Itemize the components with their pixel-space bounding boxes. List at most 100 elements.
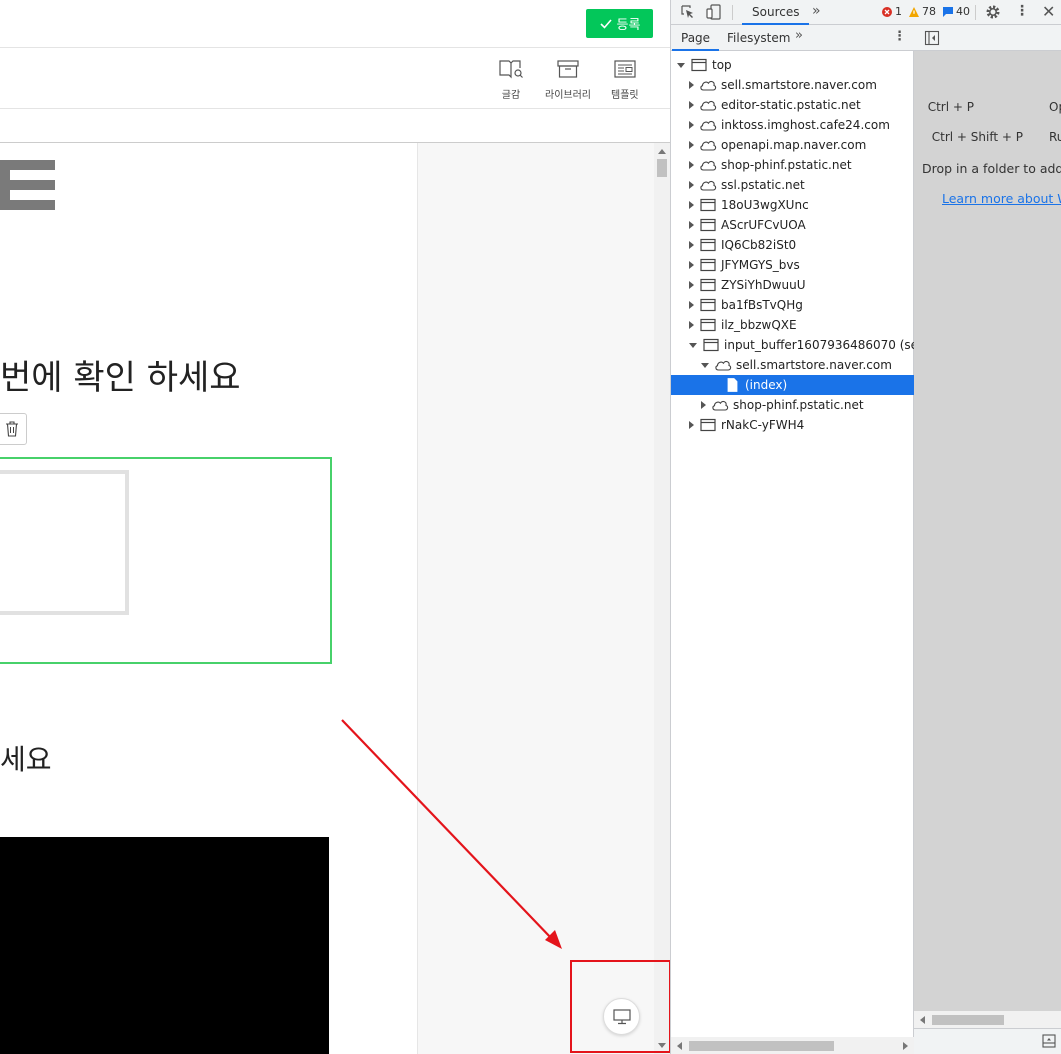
tree-item[interactable]: inktoss.imghost.cafe24.com [671,115,914,135]
expand-arrow-icon[interactable] [689,201,694,209]
tab-filesystem[interactable]: Filesystem [718,25,799,51]
tree-item-label: 18oU3wgXUnc [721,198,809,212]
pc-preview-button[interactable] [603,998,640,1035]
expand-arrow-icon[interactable] [689,301,694,309]
expand-arrow-icon[interactable] [689,281,694,289]
template-icon [614,60,636,78]
more-navigator-tabs-icon[interactable]: » [795,28,803,43]
tree-item[interactable]: rNakC-yFWH4 [671,415,914,435]
delete-button[interactable] [0,413,27,445]
expand-arrow-icon[interactable] [689,221,694,229]
tree-item[interactable]: AScrUFCvUOA [671,215,914,235]
tree-item[interactable]: 18oU3wgXUnc [671,195,914,215]
expand-arrow-icon[interactable] [701,401,706,409]
editor-subbar [0,109,670,143]
scroll-up-arrow-icon[interactable] [658,149,666,154]
tree-item-label: ba1fBsTvQHg [721,298,803,312]
scroll-down-arrow-icon[interactable] [658,1043,666,1048]
gear-icon[interactable] [985,4,1001,20]
tree-item[interactable]: openapi.map.naver.com [671,135,914,155]
expand-arrow-icon[interactable] [689,141,694,149]
scroll-left-arrow-icon[interactable] [920,1016,925,1024]
warning-count: 78 [922,5,936,18]
device-toolbar-icon[interactable] [706,4,722,20]
frame-icon [700,198,716,212]
tree-item[interactable]: shop-phinf.pstatic.net [671,155,914,175]
error-count: 1 [895,5,902,18]
expand-arrow-icon[interactable] [689,181,694,189]
scroll-right-arrow-icon[interactable] [903,1042,908,1050]
expand-arrow-icon[interactable] [689,261,694,269]
tool-template[interactable]: 템플릿 [611,58,639,101]
scroll-thumb[interactable] [657,159,667,177]
tree-item-label: inktoss.imghost.cafe24.com [721,118,890,132]
tree-item[interactable]: sell.smartstore.naver.com [671,355,914,375]
show-drawer-icon[interactable] [1042,1034,1056,1048]
tab-sources[interactable]: Sources [742,0,810,25]
collapse-arrow-icon[interactable] [701,362,709,368]
more-tabs-icon[interactable]: » [812,3,821,19]
tree-item[interactable]: ba1fBsTvQHg [671,295,914,315]
inspect-element-icon[interactable] [680,4,696,20]
frame-icon [700,418,716,432]
tree-item-label: sell.smartstore.naver.com [721,78,877,92]
tree-item[interactable]: top [671,55,914,75]
close-icon[interactable]: ✕ [1042,2,1055,21]
tree-item[interactable]: shop-phinf.pstatic.net [671,395,914,415]
tool-library[interactable]: 라이브러리 [545,58,591,101]
tree-item[interactable]: JFYMGYS_bvs [671,255,914,275]
editor-pane-statusbar [914,1028,1061,1054]
check-icon [599,18,612,29]
scroll-thumb[interactable] [689,1041,834,1051]
tree-item[interactable]: (index) [671,375,914,395]
tree-item[interactable]: ssl.pstatic.net [671,175,914,195]
image-placeholder[interactable] [0,470,129,615]
expand-arrow-icon[interactable] [689,101,694,109]
learn-more-link[interactable]: Learn more about W [942,191,1061,206]
tab-page[interactable]: Page [672,25,720,51]
cloud-icon [700,120,717,131]
scroll-thumb[interactable] [932,1015,1004,1025]
collapse-arrow-icon[interactable] [689,342,697,348]
expand-arrow-icon[interactable] [689,161,694,169]
error-icon [882,6,892,17]
navigator-menu-icon[interactable]: ⋮ [893,29,906,44]
tool-label: 글감 [501,90,521,101]
tree-item[interactable]: editor-static.pstatic.net [671,95,914,115]
register-button[interactable]: 등록 [586,9,653,38]
scroll-left-arrow-icon[interactable] [677,1042,682,1050]
tool-material[interactable]: 글감 [498,58,524,101]
expand-arrow-icon[interactable] [689,321,694,329]
expand-arrow-icon[interactable] [689,81,694,89]
tree-item-label: ssl.pstatic.net [721,178,805,192]
editor-side-area [418,143,654,1054]
editor-pane-toolbar [914,25,1061,51]
video-block[interactable] [0,837,329,1054]
tree-item[interactable]: IQ6Cb82iSt0 [671,235,914,255]
expand-arrow-icon[interactable] [689,421,694,429]
tree-item[interactable]: ilz_bbzwQXE [671,315,914,335]
customize-menu-icon[interactable]: ⋮ [1015,3,1029,19]
tree-item[interactable]: ZYSiYhDwuuU [671,275,914,295]
collapse-arrow-icon[interactable] [677,62,685,68]
tree-item-label: shop-phinf.pstatic.net [721,158,852,172]
editor-pane-horizontal-scrollbar[interactable] [914,1011,1061,1028]
expand-arrow-icon[interactable] [689,241,694,249]
expand-arrow-icon[interactable] [689,121,694,129]
editor-vertical-scrollbar[interactable] [654,143,670,1054]
toggle-navigator-icon[interactable] [924,30,940,46]
tree-item[interactable]: input_buffer1607936486070 (sell.sma [671,335,914,355]
tree-item-label: input_buffer1607936486070 (sell.sma [724,338,914,352]
tree-item-label: AScrUFCvUOA [721,218,806,232]
content-heading[interactable]: 번에 확인 하세요 [0,350,241,399]
tree-item[interactable]: sell.smartstore.naver.com [671,75,914,95]
issue-counts[interactable]: 1 78 40 [882,5,970,18]
frame-icon [703,338,719,352]
tabbar-divider [732,5,733,20]
message-count: 40 [956,5,970,18]
content-subtext[interactable]: 세요 [0,738,52,778]
devtools-tabbar: Sources » 1 78 40 ⋮ ✕ [671,0,1061,25]
frame-icon [700,298,716,312]
tree-item-label: ZYSiYhDwuuU [721,278,806,292]
navigator-horizontal-scrollbar[interactable] [671,1037,914,1054]
